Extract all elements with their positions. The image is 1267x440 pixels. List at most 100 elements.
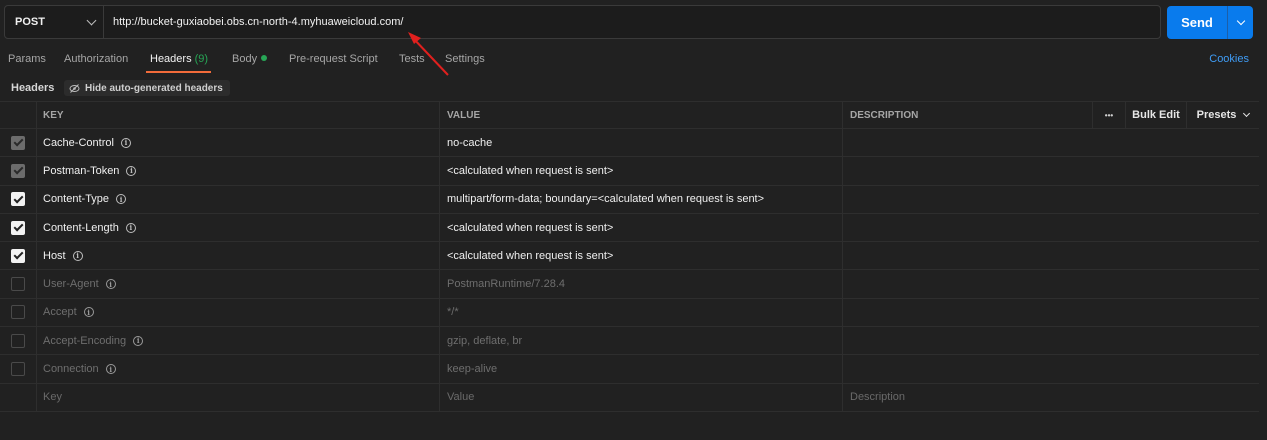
header-enabled-checkbox[interactable]	[11, 163, 25, 178]
header-key-cell[interactable]: Content-Type i	[37, 185, 440, 213]
header-description-cell[interactable]	[843, 186, 1259, 213]
header-key: Cache-Control	[43, 136, 114, 149]
header-value: gzip, deflate, br	[447, 334, 523, 347]
header-value: <calculated when request is sent>	[447, 164, 614, 177]
info-icon[interactable]: i	[126, 165, 137, 176]
header-key: Connection	[43, 363, 99, 376]
header-enabled-checkbox[interactable]	[11, 362, 25, 377]
header-value-cell[interactable]: <calculated when request is sent>	[440, 242, 843, 270]
header-key-cell[interactable]: Accept i	[37, 298, 440, 327]
row-checkbox-cell	[0, 213, 37, 242]
info-icon[interactable]: i	[120, 137, 131, 148]
header-key-cell[interactable]: Cache-Control i	[37, 129, 440, 157]
info-icon[interactable]: i	[125, 222, 136, 233]
header-value-cell[interactable]: keep-alive	[440, 355, 843, 383]
tab-tests[interactable]: Tests	[399, 53, 425, 65]
header-value: <calculated when request is sent>	[447, 249, 614, 262]
chevron-down-icon	[1236, 16, 1245, 26]
new-key-input[interactable]: Key	[37, 383, 440, 411]
header-value-cell[interactable]: gzip, deflate, br	[440, 327, 843, 355]
row-checkbox-cell	[0, 298, 37, 327]
send-button-group: Send	[1167, 6, 1253, 39]
send-button[interactable]: Send	[1167, 6, 1227, 39]
info-icon[interactable]: i	[116, 194, 127, 205]
cookies-link[interactable]: Cookies	[1209, 53, 1249, 65]
header-value-cell[interactable]: multipart/form-data; boundary=<calculate…	[440, 185, 843, 213]
tab-authorization[interactable]: Authorization	[64, 53, 128, 65]
description-column-header: DESCRIPTION	[843, 102, 1093, 128]
send-options-button[interactable]	[1227, 6, 1253, 39]
tab-settings[interactable]: Settings	[445, 53, 485, 65]
table-row: Content-Length i <calculated when request …	[0, 213, 1259, 243]
row-checkbox-cell	[0, 270, 37, 298]
header-value: <calculated when request is sent>	[447, 221, 614, 234]
header-enabled-checkbox[interactable]	[11, 333, 25, 348]
header-description-cell[interactable]	[843, 242, 1259, 269]
key-column-header: KEY	[37, 102, 440, 128]
presets-dropdown[interactable]: Presets	[1187, 102, 1259, 128]
url-input[interactable]: http://bucket-guxiaobei.obs.cn-north-4.m…	[104, 6, 1160, 38]
info-icon[interactable]: i	[105, 279, 116, 290]
header-key: Content-Type	[43, 193, 110, 206]
header-enabled-checkbox[interactable]	[11, 305, 25, 320]
header-value-cell[interactable]: PostmanRuntime/7.28.4	[440, 270, 843, 298]
table-row: Accept i */*	[0, 298, 1259, 328]
checkbox-column-header	[0, 102, 37, 128]
checkmark-icon	[13, 136, 23, 147]
header-key-cell[interactable]: Accept-Encoding i	[37, 327, 440, 355]
table-row: Postman-Token i <calculated when request i…	[0, 157, 1259, 186]
hide-auto-headers-label: Hide auto-generated headers	[85, 82, 223, 94]
header-key: Postman-Token	[43, 164, 120, 177]
header-enabled-checkbox[interactable]	[11, 135, 25, 150]
bulk-edit-button[interactable]: Bulk Edit	[1126, 102, 1187, 128]
header-description-cell[interactable]	[843, 129, 1259, 156]
request-tabs: Params Authorization Headers (9) Body Pr…	[0, 46, 1267, 74]
header-value-cell[interactable]: no-cache	[440, 129, 843, 157]
checkmark-icon	[13, 221, 23, 232]
new-header-row: Key Value Description	[0, 383, 1259, 412]
header-description-cell[interactable]	[843, 327, 1259, 354]
header-description-cell[interactable]	[843, 299, 1259, 326]
header-value-cell[interactable]: <calculated when request is sent>	[440, 213, 843, 242]
info-icon[interactable]: i	[83, 307, 94, 318]
header-value: PostmanRuntime/7.28.4	[447, 278, 566, 291]
table-row: Cache-Control i no-cache	[0, 129, 1259, 158]
body-status-dot	[261, 55, 268, 61]
row-checkbox-cell	[0, 129, 37, 157]
tab-body[interactable]: Body	[232, 53, 268, 65]
value-placeholder: Value	[447, 391, 475, 404]
empty-checkbox-cell	[0, 383, 37, 411]
header-key-cell[interactable]: Connection i	[37, 355, 440, 383]
tab-headers[interactable]: Headers (9)	[150, 53, 208, 65]
table-header-row: KEY VALUE DESCRIPTION ••• Bulk Edit Pres…	[0, 101, 1259, 129]
header-enabled-checkbox[interactable]	[11, 192, 25, 207]
header-key-cell[interactable]: Postman-Token i	[37, 157, 440, 185]
header-enabled-checkbox[interactable]	[11, 277, 25, 292]
header-value-cell[interactable]: */*	[440, 298, 843, 327]
header-description-cell[interactable]	[843, 270, 1259, 297]
hide-auto-headers-button[interactable]: Hide auto-generated headers	[64, 80, 230, 96]
header-description-cell[interactable]	[843, 214, 1259, 241]
checkmark-icon	[13, 249, 23, 260]
header-enabled-checkbox[interactable]	[11, 220, 25, 235]
url-text: http://bucket-guxiaobei.obs.cn-north-4.m…	[113, 16, 404, 28]
info-icon[interactable]: i	[133, 335, 144, 346]
header-key-cell[interactable]: Content-Length i	[37, 213, 440, 242]
header-key-cell[interactable]: Host i	[37, 242, 440, 270]
header-key-cell[interactable]: User-Agent i	[37, 270, 440, 298]
new-value-input[interactable]: Value	[440, 383, 843, 411]
header-description-cell[interactable]	[843, 157, 1259, 184]
row-checkbox-cell	[0, 185, 37, 213]
headers-title: Headers	[11, 82, 55, 94]
method-select[interactable]: POST	[5, 6, 104, 38]
info-icon[interactable]: i	[105, 364, 116, 375]
tab-params[interactable]: Params	[8, 53, 46, 65]
header-description-cell[interactable]	[843, 355, 1259, 382]
more-options-button[interactable]: •••	[1093, 102, 1126, 128]
header-enabled-checkbox[interactable]	[11, 248, 25, 263]
tab-prerequest-script[interactable]: Pre-request Script	[289, 53, 378, 65]
headers-table: KEY VALUE DESCRIPTION ••• Bulk Edit Pres…	[0, 101, 1259, 412]
header-value-cell[interactable]: <calculated when request is sent>	[440, 157, 843, 185]
info-icon[interactable]: i	[72, 250, 83, 261]
new-description-input[interactable]: Description	[843, 384, 1259, 411]
